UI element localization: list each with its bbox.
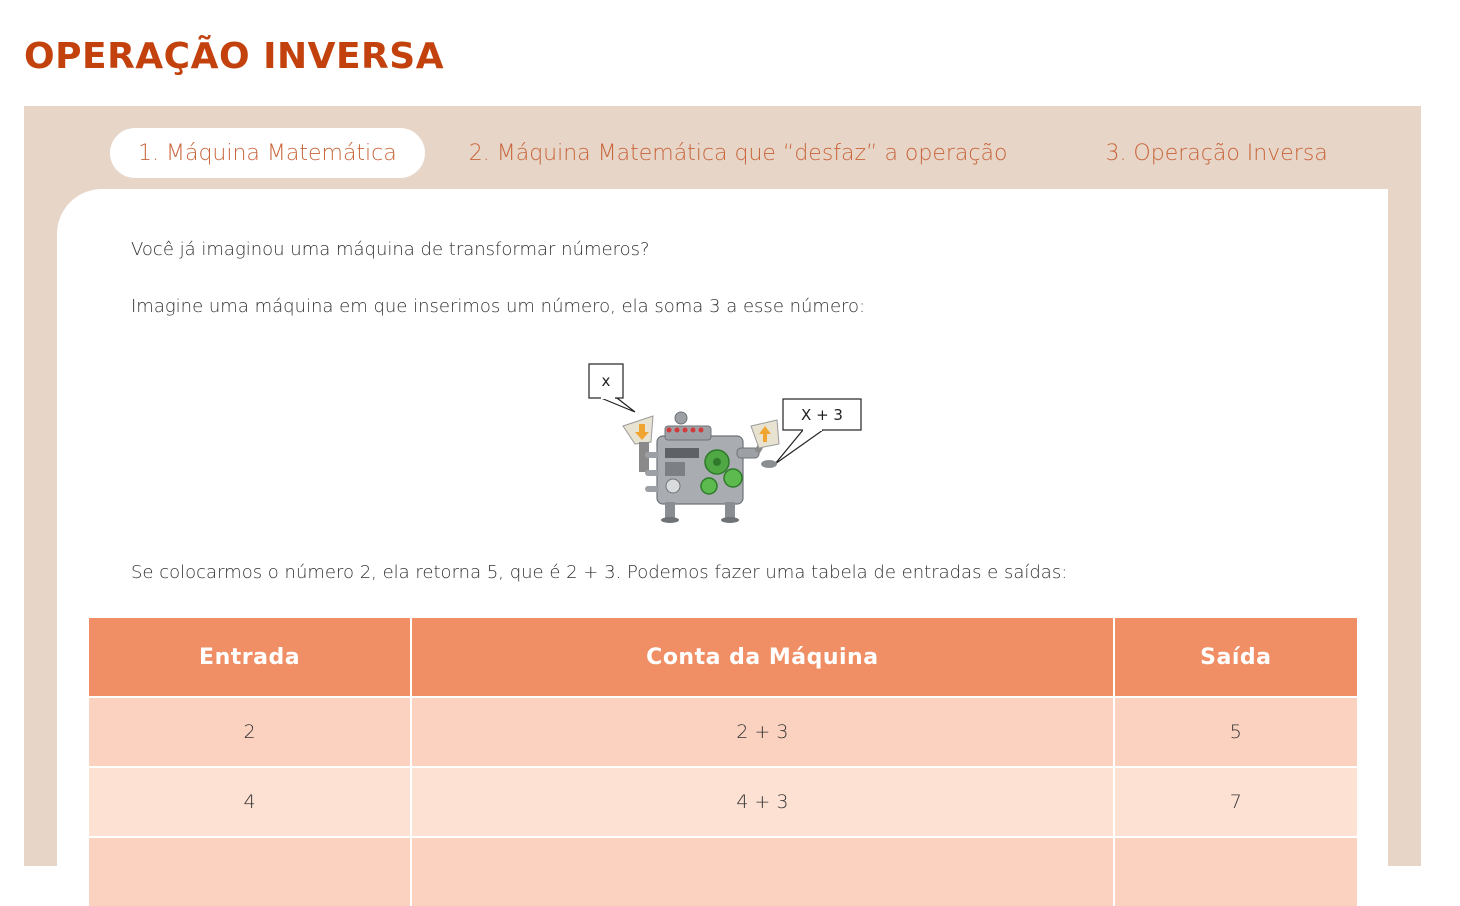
output-label: X + 3 [801, 406, 843, 424]
table-header-row: Entrada Conta da Máquina Saída [89, 618, 1357, 697]
header-saida: Saída [1113, 618, 1357, 697]
math-machine-illustration: x X + 3 [588, 363, 862, 523]
header-entrada: Entrada [89, 618, 413, 697]
table-row: 2 2 + 3 5 [89, 696, 1357, 767]
machine-body-icon [645, 411, 760, 523]
header-conta: Conta da Máquina [411, 618, 1115, 697]
tab-maquina-desfaz[interactable]: 2. Máquina Matemática que “desfaz” a ope… [441, 128, 1036, 178]
cell-saida: 5 [1113, 696, 1357, 767]
output-chute-icon [750, 419, 780, 468]
cell-conta: 2 + 3 [411, 696, 1115, 767]
table-intro-paragraph: Se colocarmos o número 2, ela retorna 5,… [131, 562, 1068, 583]
tab-bar: 1. Máquina Matemática 2. Máquina Matemát… [110, 128, 1356, 178]
table-row: 4 4 + 3 7 [89, 766, 1357, 837]
machine-description: Imagine uma máquina em que inserimos um … [131, 296, 866, 317]
input-label: x [602, 372, 611, 390]
cell-saida: 7 [1113, 766, 1357, 837]
cell-conta: 4 + 3 [411, 766, 1115, 837]
lesson-panel: 1. Máquina Matemática 2. Máquina Matemát… [24, 106, 1421, 906]
tab-maquina-matematica[interactable]: 1. Máquina Matemática [110, 128, 425, 178]
input-callout: x [588, 363, 636, 413]
table-row [89, 836, 1357, 906]
tab-operacao-inversa[interactable]: 3. Operação Inversa [1077, 128, 1355, 178]
input-funnel-icon [622, 415, 654, 472]
page-title: OPERAÇÃO INVERSA [24, 36, 445, 77]
output-callout: X + 3 [774, 398, 862, 465]
cell-entrada: 2 [89, 696, 413, 767]
cell-entrada [89, 836, 413, 906]
intro-paragraph: Você já imaginou uma máquina de transfor… [131, 239, 650, 260]
cell-entrada: 4 [89, 766, 413, 837]
input-output-table: Entrada Conta da Máquina Saída 2 2 + 3 5… [89, 618, 1357, 906]
cell-conta [411, 836, 1115, 906]
content-card: Você já imaginou uma máquina de transfor… [57, 189, 1388, 906]
cell-saida [1113, 836, 1357, 906]
